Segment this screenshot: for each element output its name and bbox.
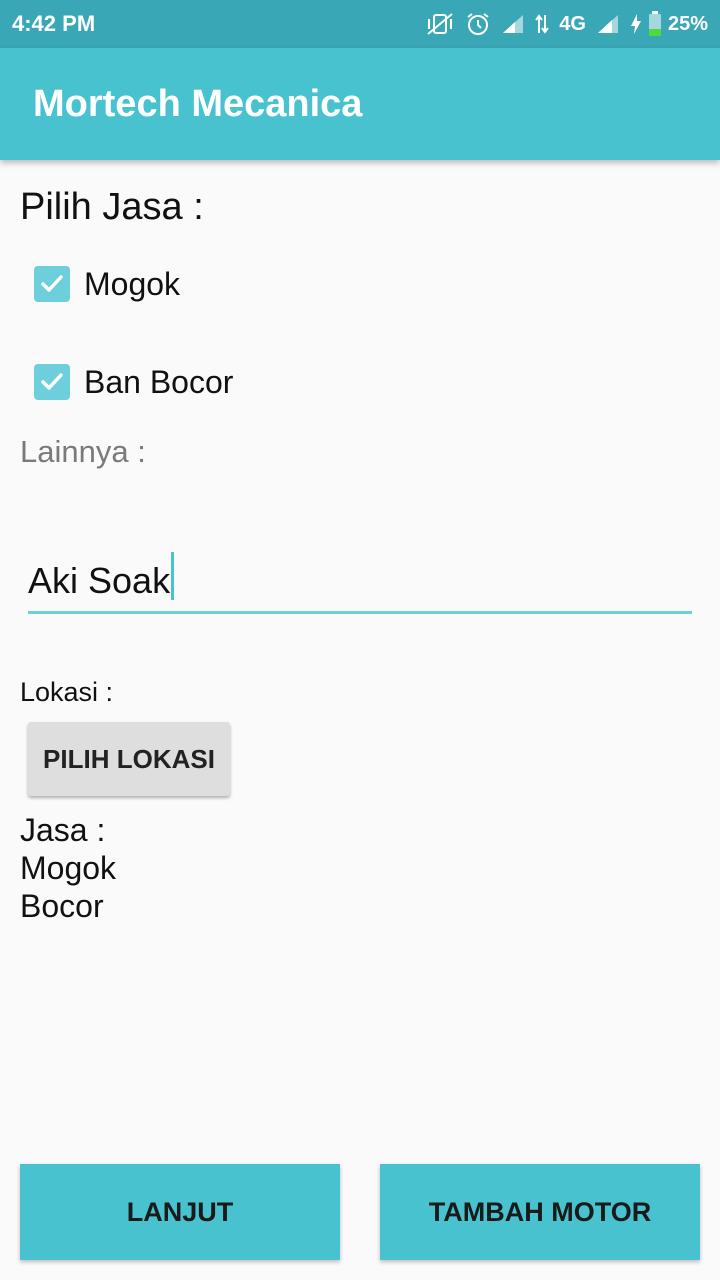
checkbox-ban-bocor[interactable]: Ban Bocor xyxy=(34,362,233,402)
checkbox-checked-icon[interactable] xyxy=(34,266,70,302)
pick-location-button[interactable]: PILIH LOKASI xyxy=(28,722,230,796)
app-title: Mortech Mecanica xyxy=(33,82,363,125)
charging-icon xyxy=(630,13,642,35)
battery-indicator: 25% xyxy=(630,11,708,37)
summary-line: Bocor xyxy=(20,888,104,924)
network-type: 4G xyxy=(559,12,586,35)
app-bar: Mortech Mecanica xyxy=(0,48,720,160)
other-service-value: Aki Soak xyxy=(28,560,171,601)
checkbox-checked-icon[interactable] xyxy=(34,364,70,400)
checkbox-mogok[interactable]: Mogok xyxy=(34,264,180,304)
signal-icon xyxy=(596,13,620,35)
status-time: 4:42 PM xyxy=(12,11,96,36)
checkbox-label: Mogok xyxy=(84,265,181,302)
summary-line: Mogok xyxy=(20,850,117,886)
other-service-input[interactable]: Aki Soak xyxy=(28,552,692,614)
other-label: Lainnya : xyxy=(20,434,146,469)
location-label: Lokasi : xyxy=(20,677,114,707)
section-title: Pilih Jasa : xyxy=(20,186,204,228)
status-bar: 4:42 PM 4G 25% xyxy=(0,0,720,48)
vibrate-off-icon xyxy=(425,11,455,37)
add-motor-button[interactable]: TAMBAH MOTOR xyxy=(380,1164,700,1260)
battery-percent: 25% xyxy=(667,12,708,35)
checkbox-label: Ban Bocor xyxy=(84,363,234,400)
next-button[interactable]: LANJUT xyxy=(20,1164,340,1260)
summary-heading: Jasa : xyxy=(20,812,106,848)
data-arrows-icon xyxy=(535,13,550,35)
alarm-icon xyxy=(465,11,491,37)
signal-icon xyxy=(501,13,525,35)
battery-icon xyxy=(648,11,662,37)
status-icons: 4G 25% xyxy=(425,11,708,37)
text-cursor xyxy=(171,552,175,600)
service-summary: Jasa : Mogok Bocor xyxy=(20,811,116,925)
